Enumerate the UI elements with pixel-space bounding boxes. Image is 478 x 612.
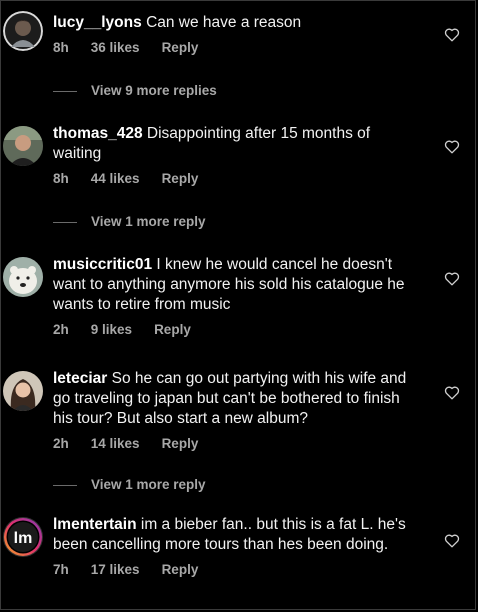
avatar-image <box>3 371 43 411</box>
comment-likes[interactable]: 17 likes <box>91 562 140 577</box>
reply-thread-line <box>53 221 77 223</box>
comment-likes[interactable]: 14 likes <box>91 436 140 451</box>
avatar[interactable]: lm <box>3 517 43 557</box>
reply-button[interactable]: Reply <box>162 40 199 55</box>
comment-meta: 7h 17 likes Reply <box>53 562 413 577</box>
comment-username[interactable]: leteciar <box>53 370 107 387</box>
heart-outline-icon[interactable] <box>444 385 460 400</box>
comment-meta: 8h 44 likes Reply <box>53 171 413 186</box>
comment-time: 7h <box>53 562 69 577</box>
comment-likes[interactable]: 9 likes <box>91 322 132 337</box>
view-more-replies-label: View 1 more reply <box>91 477 206 492</box>
avatar-image <box>3 11 43 51</box>
reply-thread-line <box>53 90 77 92</box>
view-more-replies[interactable]: View 1 more reply <box>53 477 206 492</box>
view-more-replies[interactable]: View 1 more reply <box>53 214 206 229</box>
avatar[interactable] <box>3 371 43 411</box>
comment-text: lucy__lyons Can we have a reason <box>53 13 413 33</box>
reply-button[interactable]: Reply <box>162 171 199 186</box>
view-more-replies[interactable]: View 9 more replies <box>53 83 217 98</box>
comment-likes[interactable]: 44 likes <box>91 171 140 186</box>
avatar-initials: lm <box>14 530 33 547</box>
reply-thread-line <box>53 484 77 486</box>
comment-likes[interactable]: 36 likes <box>91 40 140 55</box>
heart-outline-icon[interactable] <box>444 533 460 548</box>
avatar[interactable] <box>3 126 43 166</box>
comment-username[interactable]: musiccritic01 <box>53 256 152 273</box>
comment-meta: 2h 9 likes Reply <box>53 322 413 337</box>
avatar[interactable] <box>3 11 43 51</box>
comment-username[interactable]: thomas_428 <box>53 125 143 142</box>
heart-outline-icon[interactable] <box>444 271 460 286</box>
comment-text: leteciar So he can go out partying with … <box>53 369 413 429</box>
reply-button[interactable]: Reply <box>162 436 199 451</box>
comment-text: musiccritic01 I knew he would cancel he … <box>53 255 413 315</box>
avatar-image <box>3 257 43 297</box>
reply-button[interactable]: Reply <box>162 562 199 577</box>
comment-text: lmentertain im a bieber fan.. but this i… <box>53 515 413 555</box>
comment-time: 2h <box>53 322 69 337</box>
comment-time: 2h <box>53 436 69 451</box>
comment-username[interactable]: lucy__lyons <box>53 14 142 31</box>
comment-time: 8h <box>53 171 69 186</box>
comment-time: 8h <box>53 40 69 55</box>
comment-meta: 8h 36 likes Reply <box>53 40 413 55</box>
avatar[interactable] <box>3 257 43 297</box>
avatar-image <box>3 126 43 166</box>
comment-username[interactable]: lmentertain <box>53 516 137 533</box>
reply-button[interactable]: Reply <box>154 322 191 337</box>
heart-outline-icon[interactable] <box>444 139 460 154</box>
comment-meta: 2h 14 likes Reply <box>53 436 413 451</box>
view-more-replies-label: View 9 more replies <box>91 83 217 98</box>
avatar-image: lm <box>4 518 42 556</box>
comments-panel: lucy__lyons Can we have a reason 8h 36 li… <box>0 0 476 610</box>
view-more-replies-label: View 1 more reply <box>91 214 206 229</box>
heart-outline-icon[interactable] <box>444 27 460 42</box>
comment-body: Can we have a reason <box>146 14 302 31</box>
comment-text: thomas_428 Disappointing after 15 months… <box>53 124 413 164</box>
